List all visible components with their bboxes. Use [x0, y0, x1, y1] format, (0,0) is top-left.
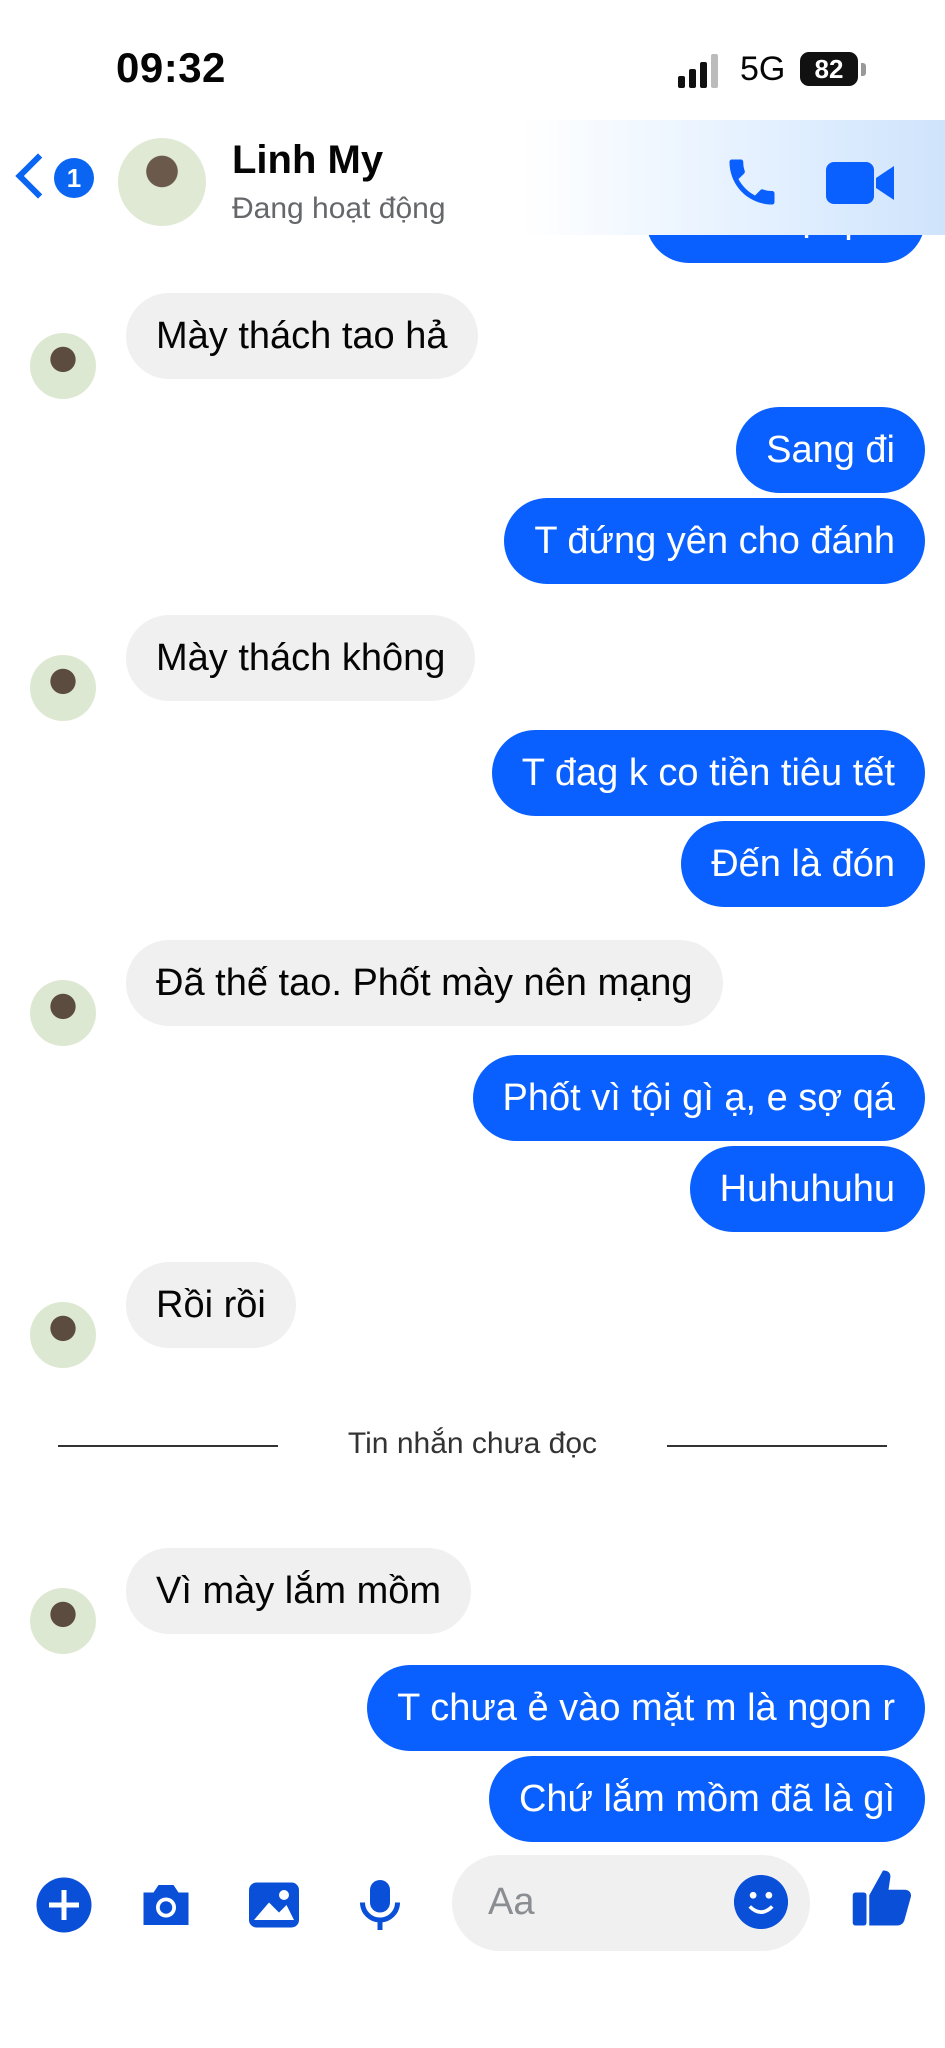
- video-camera-icon[interactable]: [826, 158, 896, 208]
- message-list[interactable]: Huhu sợ quá Mày thách tao hả Sang đi T đ…: [0, 177, 945, 1845]
- sender-avatar: [30, 1588, 96, 1654]
- contact-name[interactable]: Linh My: [232, 138, 383, 183]
- battery-tip: [861, 63, 866, 76]
- battery-level: 82: [814, 54, 844, 84]
- status-bar: 09:32 5G 82: [0, 0, 945, 120]
- battery-icon: 82: [800, 52, 858, 86]
- message-bubble-incoming[interactable]: Đã thế tao. Phốt mày nên mạng: [126, 940, 723, 1026]
- contact-avatar[interactable]: [118, 138, 206, 226]
- message-bubble-outgoing[interactable]: T đứng yên cho đánh: [504, 498, 925, 584]
- sender-avatar: [30, 980, 96, 1046]
- message-bubble-incoming[interactable]: Rồi rồi: [126, 1262, 296, 1348]
- message-bubble-incoming[interactable]: Mày thách không: [126, 615, 476, 701]
- message-bubble-outgoing[interactable]: T chưa ẻ vào mặt m là ngon r: [367, 1665, 925, 1751]
- sender-avatar: [30, 333, 96, 399]
- message-bubble-incoming[interactable]: Vì mày lắm mồm: [126, 1548, 472, 1634]
- smile-emoji-icon[interactable]: [734, 1875, 788, 1929]
- message-bubble-outgoing[interactable]: Phốt vì tội gì ạ, e sợ qá: [472, 1055, 925, 1141]
- message-bubble-outgoing[interactable]: Đến là đón: [681, 821, 925, 907]
- unread-count-badge: 1: [54, 158, 94, 198]
- status-time: 09:32: [116, 44, 226, 91]
- message-bubble-outgoing[interactable]: Huhuhuhu: [689, 1146, 925, 1232]
- unread-separator: Tin nhắn chưa đọc: [0, 1425, 945, 1465]
- contact-status: Đang hoạt động: [232, 192, 446, 225]
- sender-avatar: [30, 1302, 96, 1368]
- message-bubble-outgoing[interactable]: Chứ lắm mồm đã là gì: [488, 1756, 925, 1842]
- image-icon[interactable]: [244, 1875, 304, 1935]
- message-input[interactable]: Aa: [452, 1855, 810, 1951]
- phone-icon[interactable]: [722, 152, 782, 212]
- camera-icon[interactable]: [136, 1875, 196, 1935]
- message-input-placeholder: Aa: [488, 1881, 535, 1923]
- separator-line-right: [667, 1445, 887, 1447]
- network-type: 5G: [740, 50, 786, 88]
- message-bubble-outgoing[interactable]: Sang đi: [736, 407, 925, 493]
- message-bubble-incoming[interactable]: Mày thách tao hả: [126, 293, 478, 379]
- sender-avatar: [30, 655, 96, 721]
- separator-label: Tin nhắn chưa đọc: [347, 1427, 598, 1460]
- back-button[interactable]: 1: [15, 153, 98, 204]
- chat-header: 1 Linh My Đang hoạt động: [0, 120, 945, 235]
- microphone-icon[interactable]: [350, 1875, 410, 1935]
- thumbs-up-icon[interactable]: [850, 1865, 916, 1931]
- signal-icon: [678, 54, 718, 88]
- message-bubble-outgoing[interactable]: T đag k co tiền tiêu tết: [491, 730, 925, 816]
- plus-icon[interactable]: [34, 1875, 94, 1935]
- composer-bar: Aa: [0, 1845, 945, 2048]
